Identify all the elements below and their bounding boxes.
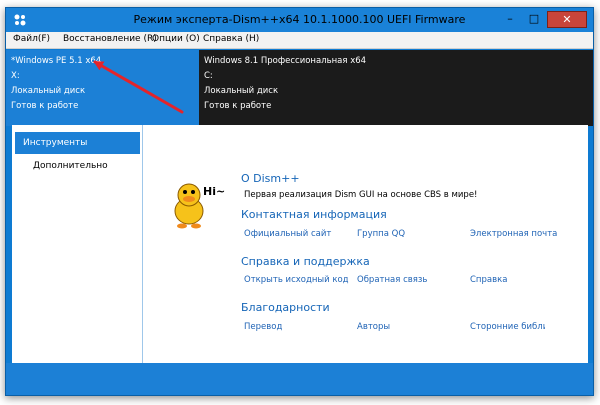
menu-options[interactable]: Опции (O) [152,34,200,44]
image-name: *Windows PE 5.1 x64 [11,56,102,66]
image-drive: X: [11,71,20,81]
image-disk-type: Локальный диск [204,86,279,96]
link-translation[interactable]: Перевод [244,322,282,332]
duck-mascot-icon: Hi~ [174,183,225,229]
link-feedback[interactable]: Обратная связь [357,275,427,285]
contacts-title: Контактная информация [241,208,387,221]
link-third-party-libraries[interactable]: Сторонние библиотеки [470,322,545,332]
sidebar-item-tools[interactable]: Инструменты [15,132,140,154]
minimize-button[interactable]: – [499,11,521,28]
content-area: Инструменты Дополнительно Hi~ О Dism++ П… [12,125,588,364]
image-card-windows81[interactable]: Windows 8.1 Профессиональная x64 C: Лока… [199,50,593,126]
thanks-title: Благодарности [241,301,330,314]
image-disk-type: Локальный диск [11,86,86,96]
about-description: Первая реализация Dism GUI на основе CBS… [244,190,478,200]
link-email[interactable]: Электронная почта [470,229,557,239]
main-panel: Hi~ О Dism++ Первая реализация Dism GUI … [143,125,588,364]
mascot-greeting: Hi~ [203,185,225,198]
link-official-site[interactable]: Официальный сайт [244,229,331,239]
link-open-source[interactable]: Открыть исходный код [244,275,349,285]
image-drive: C: [204,71,213,81]
image-status: Готов к работе [204,101,272,111]
close-button[interactable]: ✕ [547,11,587,28]
about-title: О Dism++ [241,172,300,185]
menu-bar: Файл(F) Восстановление (R) Опции (O) Спр… [6,32,593,49]
image-status: Готов к работе [11,101,79,111]
sidebar: Инструменты Дополнительно [12,125,143,364]
support-title: Справка и поддержка [241,255,370,268]
image-name: Windows 8.1 Профессиональная x64 [204,56,367,66]
link-help[interactable]: Справка [470,275,507,285]
image-card-winpe[interactable]: *Windows PE 5.1 x64 X: Локальный диск Го… [6,50,199,126]
link-authors[interactable]: Авторы [357,322,390,332]
maximize-button[interactable]: □ [523,11,545,28]
link-qq-group[interactable]: Группа QQ [357,229,405,239]
menu-file[interactable]: Файл(F) [13,34,50,44]
title-bar[interactable]: Режим эксперта-Dism++x64 10.1.1000.100 U… [6,8,593,32]
sidebar-item-advanced[interactable]: Дополнительно [15,155,140,177]
menu-help[interactable]: Справка (H) [203,34,259,44]
app-window: Режим эксперта-Dism++x64 10.1.1000.100 U… [5,7,594,396]
menu-restore[interactable]: Восстановление (R) [63,34,157,44]
status-bar [6,363,593,395]
